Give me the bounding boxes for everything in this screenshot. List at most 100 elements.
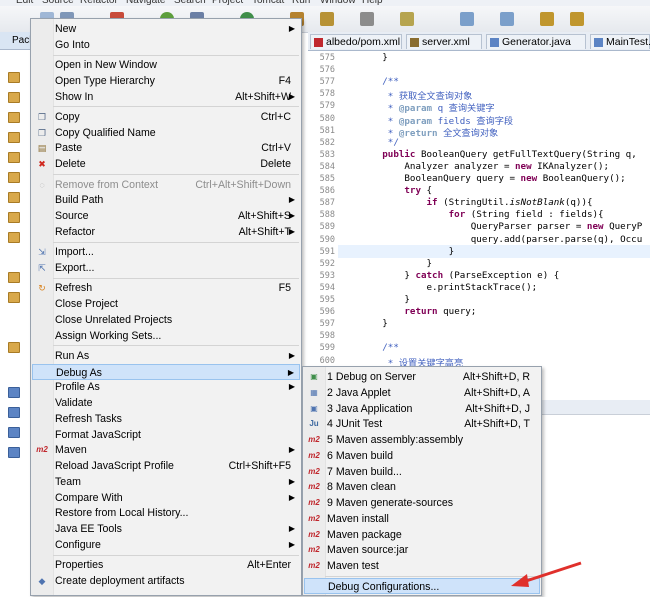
project-folder-icon[interactable] (8, 272, 20, 283)
debug-submenu-item-6-maven-build[interactable]: m2 6 Maven build (304, 448, 540, 464)
context-menu-item-reload-javascript-profile[interactable]: Reload JavaScript Profile Ctrl+Shift+F5 (32, 458, 300, 474)
context-menu-item-maven[interactable]: m2 Maven ▶ (32, 442, 300, 458)
project-folder-icon[interactable] (8, 112, 20, 123)
editor-tab[interactable]: Generator.java (486, 34, 586, 49)
project-folder-icon[interactable] (8, 172, 20, 183)
debug-submenu-item-9-maven-generate-sources[interactable]: m2 9 Maven generate-sources (304, 495, 540, 511)
project-folder-icon[interactable] (8, 192, 20, 203)
context-menu-item-team[interactable]: Team ▶ (32, 474, 300, 490)
debug-submenu-item-7-maven-build[interactable]: m2 7 Maven build... (304, 464, 540, 480)
menu-item-label: Maven install (327, 512, 389, 525)
working-set-icon[interactable] (8, 427, 20, 438)
code-line: for (String field : fields){ (448, 209, 604, 221)
debug-submenu-item-8-maven-clean[interactable]: m2 8 Maven clean (304, 479, 540, 495)
context-menu-item-open-type-hierarchy[interactable]: Open Type Hierarchy F4 (32, 73, 300, 89)
context-menu-item-restore-from-local-history[interactable]: Restore from Local History... (32, 505, 300, 521)
bottom-panel-toolbar (540, 400, 650, 415)
context-menu-item-debug-as[interactable]: Debug As ▶ (32, 363, 300, 380)
menu-item-label: Export... (55, 261, 95, 274)
menu-item-label: Open in New Window (55, 59, 157, 72)
context-menu-item-refresh-tasks[interactable]: Refresh Tasks (32, 411, 300, 427)
context-menu-item-export[interactable]: ⇱ Export... (32, 260, 300, 276)
debug-submenu-item-maven-package[interactable]: m2 Maven package (304, 527, 540, 543)
context-menu-item-build-path[interactable]: Build Path ▶ (32, 192, 300, 208)
debug-submenu-item-maven-install[interactable]: m2 Maven install (304, 511, 540, 527)
menu-item-label: Configure (55, 538, 101, 551)
debug-submenu-item-1-debug-on-server[interactable]: ▣ 1 Debug on Server Alt+Shift+D, R (304, 369, 540, 385)
package-explorer-tab[interactable]: Package (0, 32, 30, 50)
menu-item-label: 9 Maven generate-sources (327, 497, 454, 509)
project-folder-icon[interactable] (8, 92, 20, 103)
menu-item-label: Refactor (55, 225, 96, 238)
context-menu-item-assign-working-sets[interactable]: Assign Working Sets... (32, 328, 300, 344)
project-folder-icon[interactable] (8, 152, 20, 163)
context-menu-item-format-javascript[interactable]: Format JavaScript (32, 427, 300, 443)
context-menu-item-refresh[interactable]: ↻ Refresh F5 (32, 280, 300, 296)
context-menu-item-open-in-new-window[interactable]: Open in New Window (32, 57, 300, 73)
menu-item-label: 2 Java Applet (327, 386, 391, 399)
context-menu-item-compare-with[interactable]: Compare With ▶ (32, 490, 300, 506)
maven-icon: m2 (308, 482, 320, 492)
context-menu-item-import[interactable]: ⇲ Import... (32, 244, 300, 260)
context-menu-item-copy[interactable]: ❐ Copy Ctrl+C (32, 109, 300, 125)
code-line: /** (338, 342, 399, 354)
context-menu-item-copy-qualified-name[interactable]: ❐ Copy Qualified Name (32, 125, 300, 141)
project-folder-icon[interactable] (8, 212, 20, 223)
maven-icon: m2 (308, 435, 320, 444)
copy-icon: ❐ (37, 111, 47, 122)
context-menu-item-run-as[interactable]: Run As ▶ (32, 348, 300, 364)
menu-item-label: Maven (55, 444, 87, 457)
context-menu-item-new[interactable]: New ▶ (32, 21, 300, 37)
context-menu-item-paste[interactable]: ▤ Paste Ctrl+V (32, 140, 300, 156)
context-menu-item-validate[interactable]: Validate (32, 395, 300, 411)
context-menu-item-refactor[interactable]: Refactor Alt+Shift+T ▶ (32, 224, 300, 240)
working-set-icon[interactable] (8, 407, 20, 418)
toolbar-prev-annotation-icon[interactable] (500, 12, 514, 26)
submenu-arrow-icon: ▶ (288, 476, 295, 486)
line-number: 600 (319, 355, 335, 366)
menu-item-label: Reload JavaScript Profile (55, 460, 174, 473)
context-menu-item-create-deployment-artifacts[interactable]: ◆ Create deployment artifacts (32, 573, 300, 589)
toolbar-forward-icon[interactable] (570, 12, 584, 26)
project-folder-icon[interactable] (8, 72, 20, 83)
context-menu-item-show-in[interactable]: Show In Alt+Shift+W ▶ (32, 89, 300, 105)
context-menu-item-go-into[interactable]: Go Into (32, 37, 300, 53)
code-line: } (338, 318, 388, 330)
context-menu-item-remove-from-context[interactable]: ◌ Remove from Context Ctrl+Alt+Shift+Down (32, 177, 300, 193)
editor-tab[interactable]: MainTest.java (590, 34, 650, 49)
context-menu-item-properties[interactable]: Properties Alt+Enter (32, 557, 300, 573)
project-folder-icon[interactable] (8, 292, 20, 303)
context-menu: New ▶ Go Into Open in New Window Open Type H… (30, 18, 302, 596)
debug-submenu-item-2-java-applet[interactable]: ▦ 2 Java Applet Alt+Shift+D, A (304, 385, 540, 401)
debug-submenu-item-5-maven-assembly-assembly[interactable]: m2 5 Maven assembly:assembly (304, 432, 540, 448)
copy-icon: ❐ (37, 127, 47, 138)
debug-submenu-item-4-junit-test[interactable]: Ju 4 JUnit Test Alt+Shift+D, T (304, 416, 540, 432)
submenu-arrow-icon: ▶ (288, 524, 295, 534)
project-folder-icon[interactable] (8, 132, 20, 143)
line-number: 586 (319, 186, 335, 197)
toolbar-open-type-icon[interactable] (320, 12, 334, 26)
submenu-arrow-icon: ▶ (288, 226, 295, 236)
toolbar-back-icon[interactable] (540, 12, 554, 26)
editor-tab[interactable]: albedo/pom.xml (310, 34, 402, 49)
project-folder-icon[interactable] (8, 232, 20, 243)
context-menu-item-delete[interactable]: ✖ Delete Delete (32, 156, 300, 172)
working-set-icon[interactable] (8, 447, 20, 458)
debug-submenu-item-maven-source-jar[interactable]: m2 Maven source:jar (304, 542, 540, 558)
code-line: query.add(parser.parse(q), Occu (338, 233, 643, 245)
context-menu-item-java-ee-tools[interactable]: Java EE Tools ▶ (32, 521, 300, 537)
working-set-icon[interactable] (8, 387, 20, 398)
maven-icon: m2 (308, 466, 320, 476)
context-menu-item-close-project[interactable]: Close Project (32, 296, 300, 312)
debug-submenu-item-3-java-application[interactable]: ▣ 3 Java Application Alt+Shift+D, J (304, 401, 540, 417)
project-folder-icon[interactable] (8, 342, 20, 353)
context-menu-item-source[interactable]: Source Alt+Shift+S ▶ (32, 208, 300, 224)
toolbar-annotation-icon[interactable] (360, 12, 374, 26)
context-menu-item-close-unrelated-projects[interactable]: Close Unrelated Projects (32, 312, 300, 328)
toolbar-task-icon[interactable] (400, 12, 414, 26)
maven-icon: m2 (308, 529, 320, 539)
editor-tab[interactable]: server.xml (406, 34, 482, 49)
context-menu-item-configure[interactable]: Configure ▶ (32, 537, 300, 553)
context-menu-item-profile-as[interactable]: Profile As ▶ (32, 379, 300, 395)
toolbar-next-annotation-icon[interactable] (460, 12, 474, 26)
